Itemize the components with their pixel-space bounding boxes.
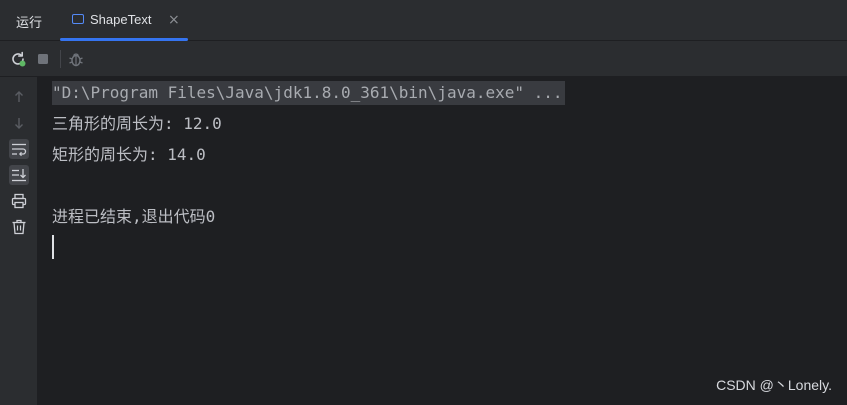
scroll-to-end-icon — [12, 169, 26, 182]
clear-all-button[interactable] — [9, 217, 29, 237]
close-icon[interactable]: × — [168, 11, 180, 29]
console-output[interactable]: "D:\Program Files\Java\jdk1.8.0_361\bin\… — [37, 77, 847, 405]
console-side-toolbar — [0, 77, 37, 405]
trash-icon — [12, 219, 26, 235]
up-arrow-icon — [15, 91, 23, 102]
soft-wrap-button[interactable] — [9, 139, 29, 159]
down-arrow-icon — [15, 118, 23, 129]
toolbar-separator — [60, 50, 61, 68]
console-window-icon — [72, 14, 84, 24]
debug-button[interactable] — [66, 49, 86, 69]
text-caret — [52, 235, 54, 259]
console-line: 进程已结束,退出代码0 — [52, 207, 216, 226]
next-occurrence-button[interactable] — [9, 113, 29, 133]
console-line: 三角形的周长为: 12.0 — [52, 114, 222, 133]
console-command-line[interactable]: "D:\Program Files\Java\jdk1.8.0_361\bin\… — [52, 81, 565, 105]
stop-icon — [38, 54, 48, 64]
rerun-button[interactable] — [8, 49, 28, 69]
scroll-to-end-button[interactable] — [9, 165, 29, 185]
debug-icon — [69, 53, 83, 67]
print-icon — [11, 193, 27, 209]
run-tool-window: 运行 ShapeText × "D:\Program Files\Java\jd… — [0, 0, 847, 405]
tab-label: ShapeText — [90, 12, 152, 27]
previous-occurrence-button[interactable] — [9, 87, 29, 107]
run-toolbar — [0, 41, 847, 77]
watermark: CSDN @丶Lonely. — [716, 377, 832, 393]
soft-wrap-icon — [12, 143, 27, 157]
print-button[interactable] — [9, 191, 29, 211]
run-panel-title: 运行 — [16, 16, 43, 31]
console-line: 矩形的周长为: 14.0 — [52, 145, 206, 164]
stop-button[interactable] — [33, 49, 53, 69]
rerun-icon — [12, 51, 26, 67]
tab-shapetext[interactable]: ShapeText × — [60, 0, 188, 41]
run-tab-bar: 运行 ShapeText × — [0, 0, 847, 41]
